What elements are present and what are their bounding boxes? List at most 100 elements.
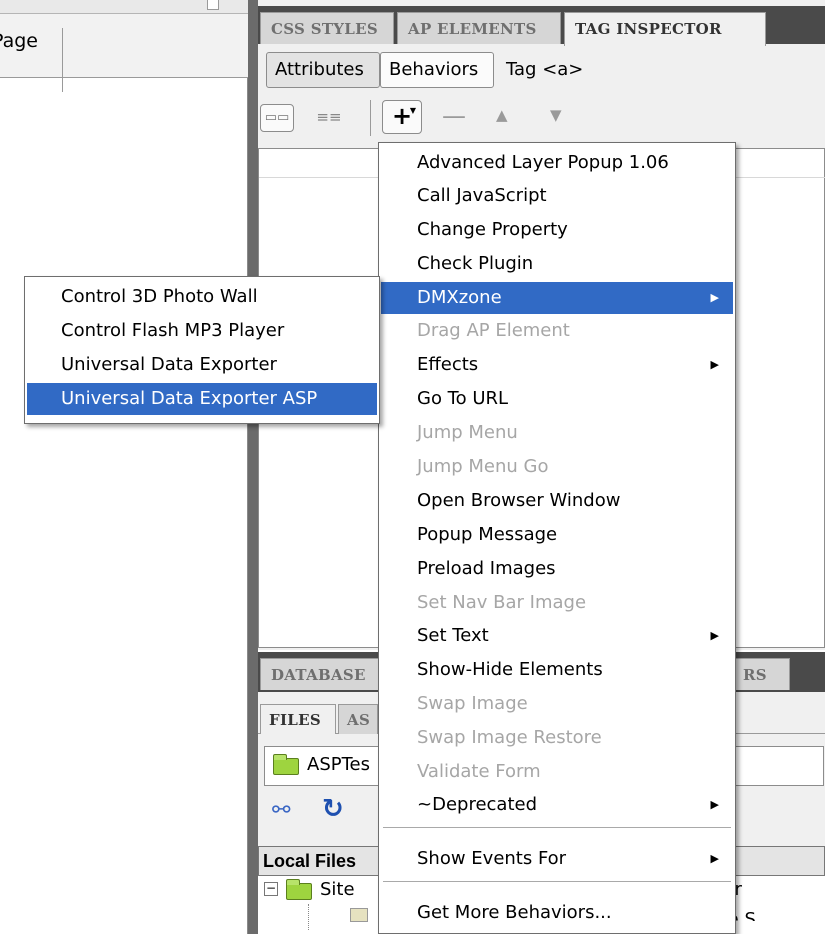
menu-item-set-nav-bar-image: Set Nav Bar Image (381, 587, 733, 619)
menu-item-call-javascript[interactable]: Call JavaScript (381, 180, 733, 212)
remove-behavior-button[interactable]: — (442, 102, 466, 130)
menu-item-control-flash-mp3-player[interactable]: Control Flash MP3 Player (27, 315, 377, 347)
dropdown-caret-icon: ▼ (409, 106, 416, 115)
menu-item-show-hide-elements[interactable]: Show-Hide Elements (381, 654, 733, 686)
restore-icon[interactable] (207, 0, 219, 10)
connect-icon[interactable]: ⚯ (272, 798, 290, 823)
menu-item-deprecated[interactable]: ~Deprecated ▶ (381, 789, 733, 821)
menu-item-label: Swap Image Restore (417, 727, 602, 748)
menu-item-label: Set Nav Bar Image (417, 592, 587, 613)
tab-databases[interactable]: DATABASE (260, 658, 380, 690)
site-name: ASPTes (307, 754, 370, 775)
menu-item-effects[interactable]: Effects ▶ (381, 349, 733, 381)
menu-item-label: Jump Menu (417, 422, 518, 443)
menu-item-jump-menu: Jump Menu (381, 417, 733, 449)
folder-icon (286, 879, 312, 900)
show-set-events-icon[interactable]: ▭▭ (260, 104, 294, 132)
tag-name-label: Tag <a> (506, 59, 584, 80)
subtab-behaviors[interactable]: Behaviors (380, 52, 494, 88)
move-down-icon[interactable]: ▼ (550, 106, 562, 124)
tab-tag-inspector[interactable]: TAG INSPECTOR (564, 12, 766, 46)
menu-item-validate-form: Validate Form (381, 756, 733, 788)
toolbar-divider (370, 100, 371, 136)
menu-item-label: Universal Data Exporter ASP (61, 388, 318, 409)
menu-item-label: Control 3D Photo Wall (61, 286, 258, 307)
menu-item-label: Effects (417, 354, 479, 375)
menu-item-label: Show Events For (417, 848, 567, 869)
menu-item-popup-message[interactable]: Popup Message (381, 519, 733, 551)
menu-item-change-property[interactable]: Change Property (381, 214, 733, 246)
menu-item-label: ~Deprecated (417, 794, 538, 815)
menu-item-label: Call JavaScript (417, 185, 547, 206)
submenu-arrow-icon: ▶ (710, 798, 719, 811)
inspector-subtabs: Attributes Behaviors Tag <a> (258, 44, 825, 92)
menu-item-drag-ap-element: Drag AP Element (381, 315, 733, 347)
submenu-arrow-icon: ▶ (710, 291, 719, 304)
column-divider (62, 28, 63, 92)
tab-server-behaviors-label: RS (743, 666, 767, 684)
menu-item-label: Preload Images (417, 558, 556, 579)
tab-files[interactable]: FILES (260, 704, 336, 734)
menu-item-label: Control Flash MP3 Player (61, 320, 285, 341)
menu-item-open-browser-window[interactable]: Open Browser Window (381, 485, 733, 517)
tab-ap-elements[interactable]: AP ELEMENTS (397, 12, 561, 44)
tab-assets[interactable]: AS (338, 704, 378, 734)
menu-item-advanced-layer-popup[interactable]: Advanced Layer Popup 1.06 (381, 147, 733, 179)
menu-item-swap-image: Swap Image (381, 688, 733, 720)
subtab-attributes[interactable]: Attributes (266, 52, 380, 88)
menu-item-preload-images[interactable]: Preload Images (381, 553, 733, 585)
menu-item-label: Popup Message (417, 524, 558, 545)
left-panel: Page (0, 0, 248, 934)
menu-item-label: Open Browser Window (417, 490, 621, 511)
menu-item-label: Get More Behaviors... (417, 902, 612, 923)
menu-item-get-more-behaviors[interactable]: Get More Behaviors... (381, 897, 733, 929)
menu-item-label: Jump Menu Go (417, 456, 549, 477)
left-panel-titlebar (0, 0, 248, 14)
menu-separator (383, 827, 731, 828)
tab-css-styles[interactable]: CSS STYLES (260, 12, 394, 44)
menu-item-label: Set Text (417, 625, 489, 646)
submenu-arrow-icon: ▶ (710, 629, 719, 642)
show-all-events-icon[interactable]: ≡≡ (314, 104, 344, 132)
menu-item-check-plugin[interactable]: Check Plugin (381, 248, 733, 280)
menu-item-control-3d-photo-wall[interactable]: Control 3D Photo Wall (27, 281, 377, 313)
page-column-label: Page (0, 30, 38, 52)
menu-item-label: Check Plugin (417, 253, 534, 274)
left-panel-header: Page (0, 14, 248, 92)
tab-server-behaviors[interactable]: RS (728, 658, 790, 690)
submenu-arrow-icon: ▶ (710, 358, 719, 371)
menu-item-show-events-for[interactable]: Show Events For ▶ (381, 843, 733, 875)
menu-item-label: Drag AP Element (417, 320, 570, 341)
column-local-files[interactable]: Local Files (263, 851, 356, 872)
menu-item-universal-data-exporter[interactable]: Universal Data Exporter (27, 349, 377, 381)
folder-icon (273, 754, 299, 775)
menu-item-label: DMXzone (417, 287, 502, 308)
menu-item-label: Show-Hide Elements (417, 659, 603, 680)
dmxzone-submenu: Control 3D Photo Wall Control Flash MP3 … (24, 276, 380, 424)
menu-item-label: Universal Data Exporter (61, 354, 277, 375)
panel-tabs: CSS STYLES AP ELEMENTS TAG INSPECTOR (258, 6, 825, 46)
menu-item-set-text[interactable]: Set Text ▶ (381, 620, 733, 652)
menu-item-label: Go To URL (417, 388, 509, 409)
menu-item-label: Advanced Layer Popup 1.06 (417, 152, 669, 173)
menu-item-dmxzone[interactable]: DMXzone ▶ (381, 282, 733, 314)
menu-separator (383, 881, 731, 882)
behaviors-toolbar: ▭▭ ≡≡ + ▼ — ▲ ▼ (258, 92, 825, 144)
menu-item-universal-data-exporter-asp[interactable]: Universal Data Exporter ASP (27, 383, 377, 415)
menu-item-go-to-url[interactable]: Go To URL (381, 383, 733, 415)
menu-item-label: Swap Image (417, 693, 528, 714)
submenu-arrow-icon: ▶ (710, 852, 719, 865)
tree-connector (308, 904, 309, 930)
file-name: Site (320, 879, 355, 900)
menu-item-swap-image-restore: Swap Image Restore (381, 722, 733, 754)
behaviors-menu: Advanced Layer Popup 1.06 Call JavaScrip… (378, 142, 736, 934)
refresh-icon[interactable]: ↻ (322, 794, 344, 824)
menu-item-label: Validate Form (417, 761, 541, 782)
collapse-icon[interactable]: − (264, 882, 278, 896)
menu-item-jump-menu-go: Jump Menu Go (381, 451, 733, 483)
add-behavior-button[interactable]: + ▼ (382, 100, 422, 134)
panel-splitter[interactable] (248, 0, 258, 934)
move-up-icon[interactable]: ▲ (496, 106, 508, 124)
file-icon (350, 908, 368, 922)
menu-item-label: Change Property (417, 219, 568, 240)
